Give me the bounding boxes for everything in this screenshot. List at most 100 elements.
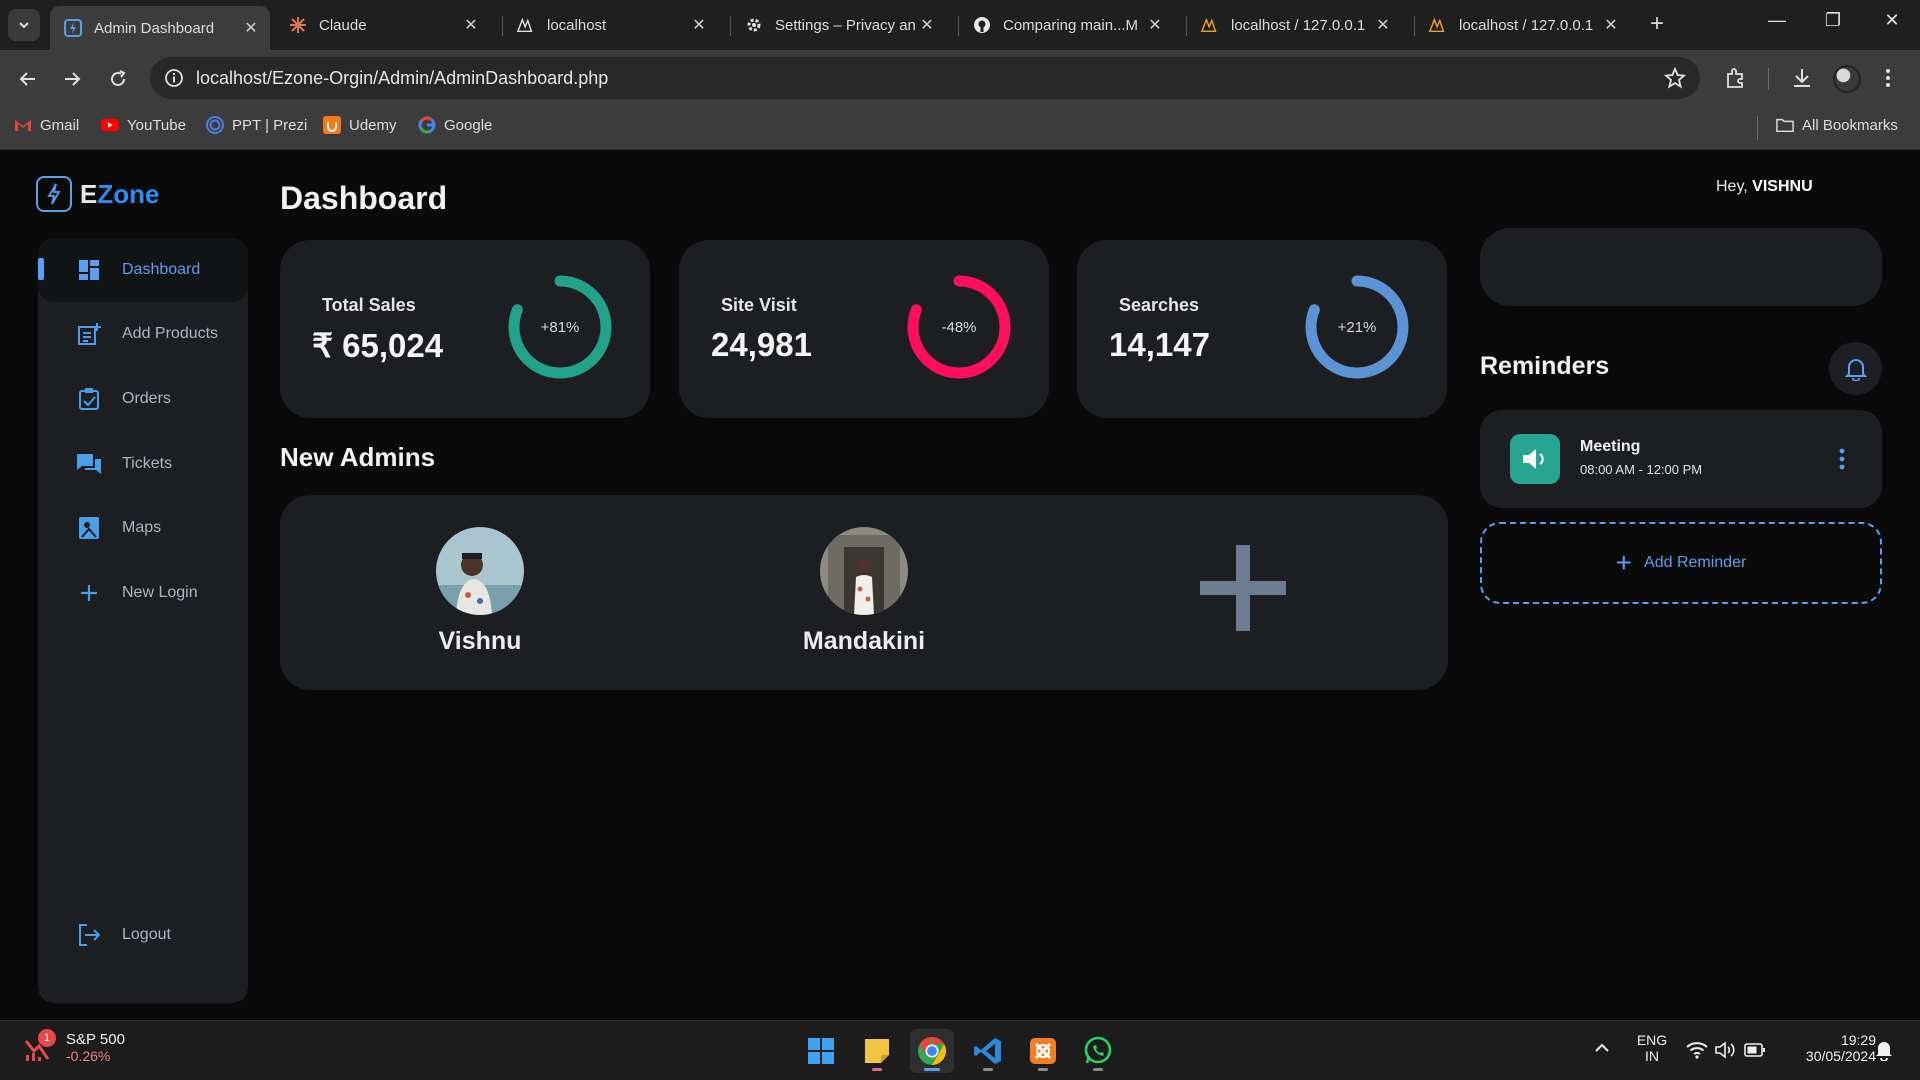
tab-title: localhost [547,16,607,34]
taskbar-vscode[interactable] [966,1029,1010,1073]
clock[interactable]: 19:29 30/05/2024 [1780,1032,1876,1064]
minimize-icon[interactable]: — [1757,10,1797,31]
add-reminder-button[interactable]: + Add Reminder [1480,522,1882,604]
running-indicator [983,1068,993,1071]
notifications-button[interactable] [1829,342,1882,395]
close-icon[interactable]: ✕ [1602,15,1620,35]
taskbar-whatsapp[interactable] [1076,1029,1120,1073]
back-button[interactable] [13,64,43,94]
logo-prefix: E [80,178,98,209]
taskbar-sticky-notes[interactable] [855,1029,899,1073]
add-admin-plus-icon[interactable] [1200,545,1286,631]
stock-widget[interactable]: 1 S&P 500 -0.26% [24,1029,125,1064]
plus-icon [76,580,102,606]
tab-title: Admin Dashboard [94,19,215,37]
admin-card-vishnu[interactable]: Vishnu [380,527,580,656]
close-icon[interactable]: ✕ [242,18,260,38]
close-icon[interactable]: ✕ [918,15,936,35]
bookmark-udemy[interactable]: Udemy [323,116,397,134]
reminder-card[interactable]: Meeting 08:00 AM - 12:00 PM [1480,410,1882,508]
gmail-icon [14,116,32,134]
notification-bell-icon[interactable] [1875,1039,1893,1061]
taskbar-xampp[interactable] [1021,1029,1065,1073]
close-icon[interactable]: ✕ [1374,15,1392,35]
youtube-icon [101,116,119,134]
battery-icon[interactable] [1744,1042,1766,1058]
sidebar-item-new-login[interactable]: New Login [38,561,248,625]
sidebar-item-add-products[interactable]: Add Products [38,302,248,366]
tab-claude[interactable]: Claude ✕ [275,7,490,43]
greeting-username: VISHNU [1752,178,1813,195]
phpmyadmin-icon [517,16,535,34]
bookmark-star-icon[interactable] [1664,67,1686,89]
clock-time: 19:29 [1840,1032,1876,1048]
tab-github[interactable]: Comparing main...M ✕ [959,7,1174,43]
bookmark-google[interactable]: Google [418,116,492,134]
sidebar-item-orders[interactable]: Orders [38,367,248,431]
bookmarks-bar: Gmail YouTube PPT | Prezi Udemy Google A… [0,108,1920,150]
address-bar[interactable]: localhost/Ezone-Orgin/Admin/AdminDashboa… [150,57,1700,99]
bookmark-label: Udemy [349,116,397,134]
sidebar-item-tickets[interactable]: Tickets [38,432,248,496]
sidebar-item-maps[interactable]: Maps [38,496,248,560]
tab-localhost-db-2[interactable]: localhost / 127.0.0.1 ✕ [1415,7,1630,43]
tab-search-button[interactable] [8,9,40,41]
language-indicator[interactable]: ENG IN [1630,1032,1674,1064]
close-icon[interactable]: ✕ [462,15,480,35]
stat-card-searches: Searches 14,147 +21% [1077,240,1447,418]
new-tab-button[interactable]: + [1650,10,1664,38]
menu-kebab-icon[interactable] [1884,66,1892,90]
tab-settings[interactable]: Settings – Privacy an ✕ [731,7,946,43]
more-vertical-icon[interactable] [1838,448,1846,470]
bookmark-gmail[interactable]: Gmail [14,116,79,134]
region-code: IN [1645,1048,1659,1064]
tab-localhost-db-1[interactable]: localhost / 127.0.0.1 ✕ [1187,7,1402,43]
running-indicator [1038,1068,1048,1071]
widget-title: S&P 500 [66,1031,125,1048]
forward-button[interactable] [57,64,87,94]
bookmark-youtube[interactable]: YouTube [101,116,186,134]
close-icon[interactable]: ✕ [1146,15,1164,35]
prezi-icon [206,116,224,134]
window-close-icon[interactable]: ✕ [1872,10,1912,31]
restore-icon[interactable]: ❐ [1813,10,1853,31]
tab-admin-dashboard[interactable]: Admin Dashboard ✕ [50,6,270,50]
wifi-icon[interactable] [1686,1041,1708,1059]
profile-avatar[interactable] [1833,65,1861,93]
running-indicator [924,1068,940,1071]
tab-localhost[interactable]: localhost ✕ [503,7,718,43]
page-title: Dashboard [280,180,448,216]
url-text[interactable]: localhost/Ezone-Orgin/Admin/AdminDashboa… [196,68,608,89]
stat-value: 14,147 [1109,326,1210,363]
start-button[interactable] [799,1029,843,1073]
chevron-down-icon [19,22,29,29]
dashboard-icon [76,257,102,283]
taskbar-chrome[interactable] [910,1029,954,1073]
close-icon[interactable]: ✕ [690,15,708,35]
admin-card-mandakini[interactable]: Mandakini [764,527,964,656]
toolbar-separator [1768,68,1769,90]
reload-icon [111,70,126,86]
sidebar-item-logout[interactable]: Logout [38,903,248,967]
maps-icon [76,515,102,541]
notification-badge: 1 [38,1029,56,1047]
browser-toolbar: localhost/Ezone-Orgin/Admin/AdminDashboa… [0,50,1920,108]
chevron-up-icon[interactable] [1594,1043,1610,1053]
lightning-icon [36,176,72,212]
sidebar-item-label: Dashboard [122,261,201,278]
all-bookmarks-button[interactable]: All Bookmarks [1776,116,1898,134]
downloads-icon[interactable] [1790,66,1814,90]
ezone-logo[interactable]: EZone [36,176,159,212]
claude-icon [289,16,307,34]
site-info-icon[interactable] [164,68,184,88]
sidebar-item-dashboard[interactable]: Dashboard [38,238,248,302]
volume-icon[interactable] [1715,1041,1737,1059]
whatsapp-icon [1084,1036,1112,1064]
sidebar-item-label: Logout [122,926,171,943]
sidebar: Dashboard Add Products Orders Tickets Ma… [38,238,248,1003]
reload-button[interactable] [103,64,133,94]
bookmark-prezi[interactable]: PPT | Prezi [206,116,307,134]
extensions-icon[interactable] [1724,66,1748,90]
running-indicator [872,1068,882,1071]
widget-change: -0.26% [66,1048,111,1064]
